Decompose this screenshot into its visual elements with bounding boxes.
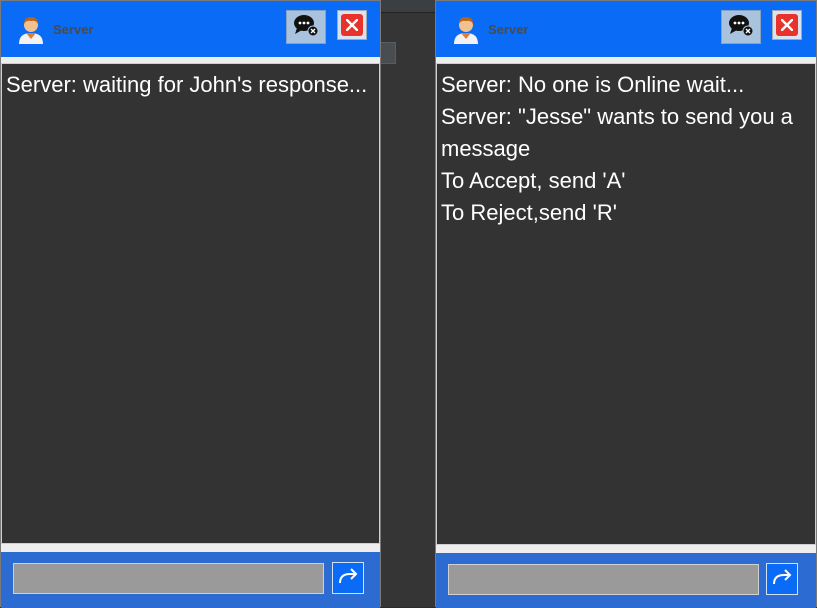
send-button[interactable] — [766, 563, 798, 595]
background-ide — [380, 0, 436, 607]
message-input[interactable] — [448, 564, 759, 595]
message-area: Server: waiting for John's response... — [1, 63, 380, 544]
user-avatar-icon — [16, 14, 46, 44]
message-line: Server: waiting for John's response... — [6, 72, 368, 97]
message-line: Server: No one is Online wait... — [441, 72, 745, 97]
close-button[interactable] — [337, 10, 367, 40]
input-bar — [1, 552, 380, 608]
input-bar — [436, 553, 816, 608]
message-area: Server: No one is Online wait... Server:… — [436, 63, 816, 545]
send-arrow-icon — [337, 567, 359, 589]
send-button[interactable] — [332, 562, 364, 594]
close-icon — [341, 14, 363, 36]
chat-window-left: Server Server: waiting for John's respon… — [0, 0, 381, 608]
disconnect-chat-button[interactable] — [721, 10, 761, 44]
message-line: Server: "Jesse" wants to send you a mess… — [441, 104, 800, 161]
close-icon — [776, 14, 798, 36]
background-tab — [380, 42, 396, 64]
chat-bubble-close-icon — [293, 13, 319, 41]
user-avatar-icon — [451, 14, 481, 44]
disconnect-chat-button[interactable] — [286, 10, 326, 44]
message-line: To Reject,send 'R' — [441, 200, 617, 225]
chat-bubble-close-icon — [728, 13, 754, 41]
window-title: Server — [53, 22, 94, 37]
message-input[interactable] — [13, 563, 324, 594]
window-title: Server — [488, 22, 529, 37]
chat-window-right: Server Server: No one is Online wait... … — [435, 0, 817, 608]
close-button[interactable] — [772, 10, 802, 40]
background-toolbar — [380, 0, 436, 13]
message-line: To Accept, send 'A' — [441, 168, 626, 193]
send-arrow-icon — [771, 568, 793, 590]
window-header: Server — [436, 1, 816, 57]
window-header: Server — [1, 1, 380, 57]
